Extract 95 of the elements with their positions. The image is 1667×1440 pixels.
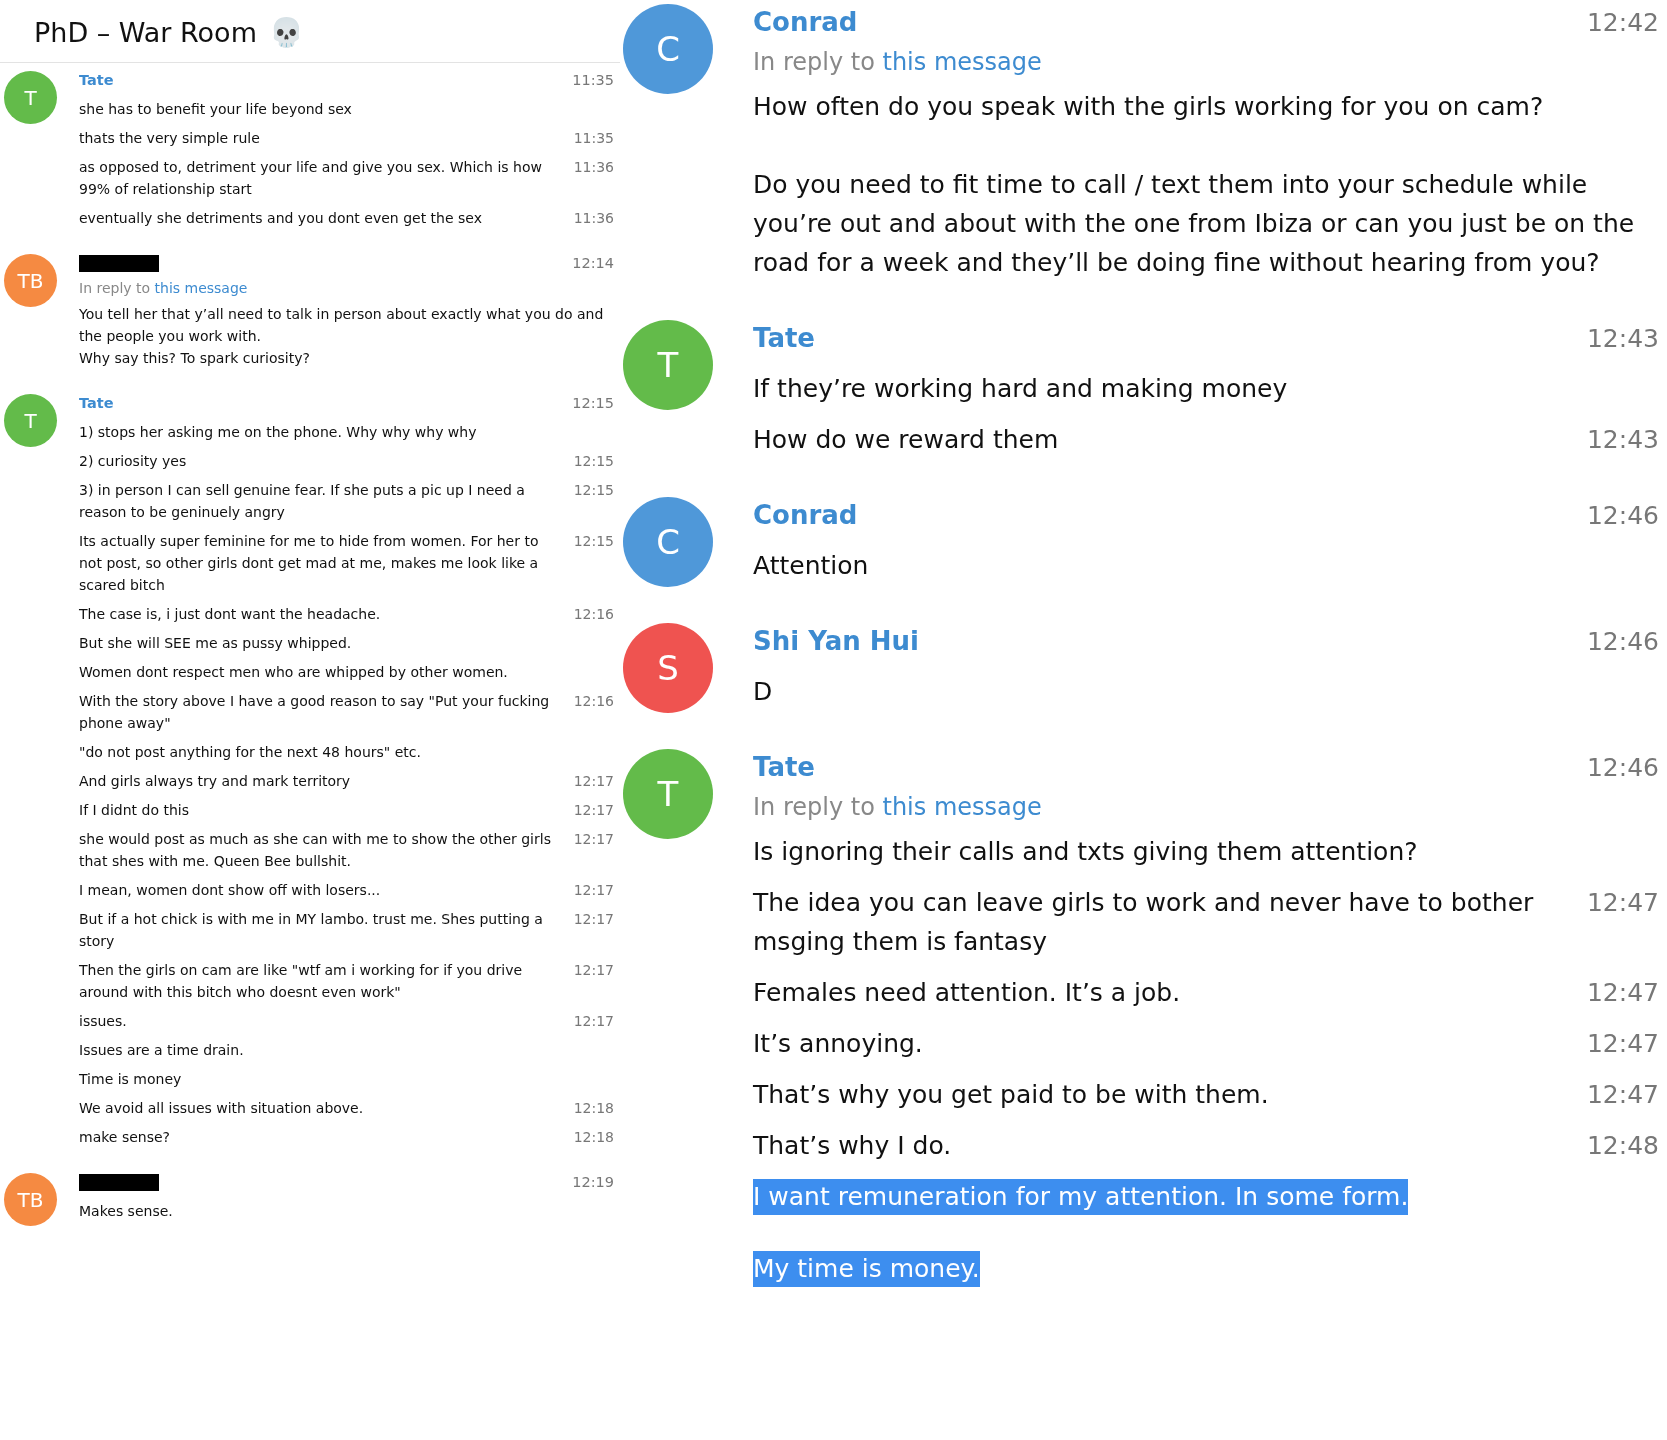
- avatar: T: [623, 749, 713, 839]
- timestamp: 11:36: [572, 158, 614, 177]
- message-text: make sense?: [79, 1129, 170, 1145]
- message-text: D: [753, 677, 773, 706]
- timestamp: 12:17: [572, 772, 614, 791]
- timestamp: 12:18: [572, 1128, 614, 1147]
- timestamp: 12:47: [1585, 977, 1659, 1009]
- message-text: Attention: [753, 551, 869, 580]
- sender-name[interactable]: Tate: [79, 72, 114, 88]
- message-text: Is ignoring their calls and txts giving them attention?: [753, 837, 1418, 866]
- sender-name[interactable]: Tate: [753, 752, 815, 782]
- message-text: "do not post anything for the next 48 hours" etc.: [79, 744, 421, 760]
- reply-note: In reply to this message: [753, 48, 1043, 76]
- timestamp: 11:36: [572, 209, 614, 228]
- timestamp: 12:16: [572, 605, 614, 624]
- message-text: Makes sense.: [79, 1203, 173, 1219]
- timestamp: 12:15: [572, 452, 614, 471]
- sender-name[interactable]: Conrad: [753, 500, 858, 530]
- reply-note: In reply to this message: [79, 280, 249, 296]
- avatar: TB: [4, 254, 57, 307]
- reply-link[interactable]: this message: [882, 48, 1042, 76]
- timestamp: 12:46: [1586, 626, 1659, 656]
- timestamp: 12:17: [572, 830, 614, 849]
- message-text: Time is money: [79, 1071, 182, 1087]
- message-text: eventually she detriments and you dont even get the sex: [79, 210, 482, 226]
- avatar: C: [623, 497, 713, 587]
- timestamp: 12:15: [572, 532, 614, 551]
- message-text: You tell her that y’all need to talk in person about exactly what you do and the people you work with. Why say this? To spark curiosity?: [79, 306, 605, 366]
- avatar: T: [4, 394, 57, 447]
- timestamp: 12:14: [572, 255, 614, 271]
- reply-note: In reply to this message: [753, 793, 1043, 821]
- avatar: T: [623, 320, 713, 410]
- message-text: It’s annoying.: [753, 1029, 923, 1058]
- message-text: That’s why you get paid to be with them.: [753, 1080, 1269, 1109]
- timestamp: 11:35: [572, 129, 614, 148]
- timestamp: 12:48: [1585, 1130, 1659, 1162]
- timestamp: 12:19: [572, 1174, 614, 1190]
- message-text: I mean, women dont show off with losers...: [79, 882, 381, 898]
- sender-name[interactable]: Conrad: [753, 7, 858, 37]
- timestamp: 12:18: [572, 1099, 614, 1118]
- timestamp: 12:16: [572, 692, 614, 711]
- message-text: she would post as much as she can with me to show the other girls that shes with me. Queen Bee bullshit.: [79, 831, 552, 869]
- message-text: Females need attention. It’s a job.: [753, 978, 1181, 1007]
- timestamp: 12:15: [572, 395, 614, 411]
- message-text: But if a hot chick is with me in MY lambo. trust me. Shes putting a story: [79, 911, 544, 949]
- message-text: she has to benefit your life beyond sex: [79, 101, 352, 117]
- message-text: If they’re working hard and making money: [753, 374, 1288, 403]
- timestamp: 12:47: [1585, 887, 1659, 919]
- message-text: 2) curiosity yes: [79, 453, 187, 469]
- message-text: The case is, i just dont want the headache.: [79, 606, 381, 622]
- timestamp: 12:15: [572, 481, 614, 500]
- message-text: And girls always try and mark territory: [79, 773, 351, 789]
- timestamp: 12:17: [572, 1012, 614, 1031]
- message-text: If I didnt do this: [79, 802, 189, 818]
- sender-name[interactable]: Tate: [79, 395, 114, 411]
- avatar: S: [623, 623, 713, 713]
- message-text: Its actually super feminine for me to hide from women. For her to not post, so other girls dont get mad at me, makes me look like a scared bitch: [79, 533, 540, 593]
- timestamp: 12:42: [1586, 7, 1659, 37]
- chat-title: PhD – War Room: [34, 16, 257, 48]
- message-text: That’s why I do.: [753, 1131, 952, 1160]
- message-text: Then the girls on cam are like "wtf am i working for if you drive around with this bitch who doesnt even work": [79, 962, 524, 1000]
- message-text: as opposed to, detriment your life and give you sex. Which is how 99% of relationship start: [79, 159, 543, 197]
- message-text: thats the very simple rule: [79, 130, 260, 146]
- message-text: But she will SEE me as pussy whipped.: [79, 635, 352, 651]
- avatar: T: [4, 71, 57, 124]
- message-text: We avoid all issues with situation above.: [79, 1100, 364, 1116]
- message-text: How do we reward them: [753, 425, 1059, 454]
- timestamp: 12:47: [1585, 1028, 1659, 1060]
- timestamp: 12:17: [572, 910, 614, 929]
- timestamp: 12:43: [1585, 424, 1659, 456]
- timestamp: 12:47: [1585, 1079, 1659, 1111]
- timestamp: 12:43: [1586, 323, 1659, 353]
- message-text: My time is money.: [753, 1251, 980, 1287]
- sender-name[interactable]: Tate: [753, 323, 815, 353]
- skull-icon: 💀: [268, 15, 304, 49]
- timestamp: 12:17: [572, 961, 614, 980]
- message-text: I want remuneration for my attention. In some form.: [753, 1179, 1409, 1215]
- timestamp: 12:46: [1586, 752, 1659, 782]
- avatar: TB: [4, 1173, 57, 1226]
- reply-link[interactable]: this message: [882, 793, 1042, 821]
- message-text: 3) in person I can sell genuine fear. If she puts a pic up I need a reason to be geninuely angry: [79, 482, 526, 520]
- reply-link[interactable]: this message: [154, 280, 248, 296]
- timestamp: 12:46: [1586, 500, 1659, 530]
- sender-name[interactable]: Shi Yan Hui: [753, 626, 919, 656]
- message-text: How often do you speak with the girls working for you on cam? Do you need to fit time to call / text them into your schedule while you’re out and about with the one from Ibiza or can you just be on the road for a week and they’ll be doing fine without hearing from you?: [753, 92, 1636, 277]
- message-text: With the story above I have a good reason to say "Put your fucking phone away": [79, 693, 551, 731]
- timestamp: 12:17: [572, 801, 614, 820]
- timestamp: 12:17: [572, 881, 614, 900]
- message-text: Women dont respect men who are whipped by other women.: [79, 664, 508, 680]
- message-text: Issues are a time drain.: [79, 1042, 244, 1058]
- message-text: issues.: [79, 1013, 127, 1029]
- timestamp: 11:35: [572, 72, 614, 88]
- avatar: C: [623, 4, 713, 94]
- message-text: The idea you can leave girls to work and never have to bother msging them is fantasy: [753, 888, 1535, 956]
- message-text: 1) stops her asking me on the phone. Why why why why: [79, 424, 477, 440]
